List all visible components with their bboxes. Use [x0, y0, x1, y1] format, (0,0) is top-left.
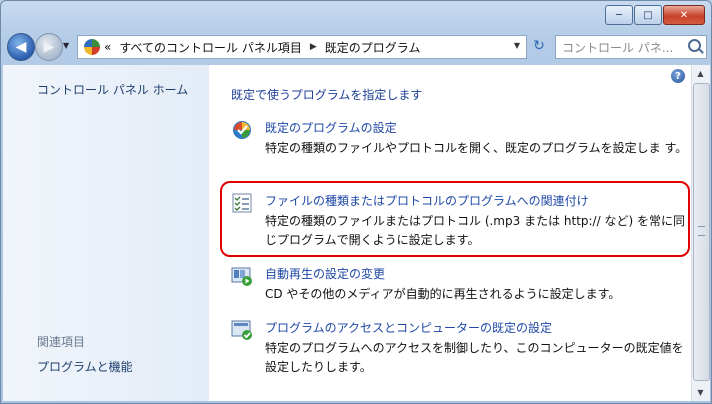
breadcrumb-current[interactable]: 既定のプログラム — [325, 39, 421, 56]
breadcrumb-separator-icon[interactable]: ▶ — [310, 42, 317, 52]
vertical-scrollbar[interactable]: ▲ ▼ — [691, 65, 710, 401]
sidebar-item-home[interactable]: コントロール パネル ホーム — [37, 81, 188, 98]
scroll-down-button[interactable]: ▼ — [692, 384, 709, 401]
default-programs-link[interactable]: 既定のプログラムの設定 — [265, 119, 397, 136]
sidebar-item-programs-and-features[interactable]: プログラムと機能 — [37, 358, 133, 375]
program-access-icon — [231, 320, 252, 340]
scroll-grip-icon — [698, 226, 705, 236]
maximize-button[interactable]: □ — [634, 5, 662, 25]
address-dropdown-icon[interactable]: ▼ — [514, 41, 520, 50]
control-panel-icon — [84, 39, 100, 55]
search-icon[interactable] — [688, 39, 701, 52]
search-box[interactable]: コントロール パネ... — [555, 35, 707, 59]
sidebar-related-heading: 関連項目 — [37, 335, 86, 349]
autoplay-link[interactable]: 自動再生の設定の変更 — [265, 265, 385, 282]
program-access-description: 特定のプログラムへのアクセスを制御したり、このコンピューターの既定値を設定したり… — [265, 341, 684, 374]
default-programs-description: 特定の種類のファイルやプロトコルを開く、既定のプログラムを設定しま す。 — [265, 141, 688, 155]
back-button[interactable]: ◀ — [7, 33, 35, 61]
recent-pages-dropdown[interactable]: ▼ — [63, 41, 69, 50]
default-programs-icon — [233, 121, 251, 139]
help-icon[interactable]: ? — [671, 69, 685, 83]
breadcrumb-all-items[interactable]: すべてのコントロール パネル項目 — [119, 39, 302, 56]
address-prefix[interactable]: « — [104, 40, 111, 54]
autoplay-description: CD やその他のメディアが自動的に再生されるように設定します。 — [265, 287, 621, 301]
refresh-icon[interactable]: ↻ — [527, 35, 551, 57]
forward-button[interactable]: ▶ — [35, 33, 63, 61]
sidebar: コントロール パネル ホーム 関連項目 プログラムと機能 — [3, 65, 209, 401]
page-title: 既定で使うプログラムを指定します — [231, 88, 423, 102]
address-bar[interactable]: « すべてのコントロール パネル項目 ▶ 既定のプログラム ▼ — [77, 35, 527, 59]
autoplay-icon — [231, 267, 252, 286]
highlight-annotation — [220, 181, 690, 257]
program-access-link[interactable]: プログラムのアクセスとコンピューターの既定の設定 — [265, 319, 552, 336]
close-button[interactable]: ✕ — [663, 5, 705, 25]
caption-buttons: ─ □ ✕ — [604, 5, 705, 25]
navigation-bar: ◀ ▶ ▼ « すべてのコントロール パネル項目 ▶ 既定のプログラム ▼ ↻ … — [7, 33, 707, 61]
minimize-button[interactable]: ─ — [605, 5, 633, 25]
scroll-up-button[interactable]: ▲ — [692, 65, 709, 82]
scroll-thumb[interactable] — [693, 83, 710, 381]
search-input[interactable]: コントロール パネ... — [562, 39, 673, 56]
